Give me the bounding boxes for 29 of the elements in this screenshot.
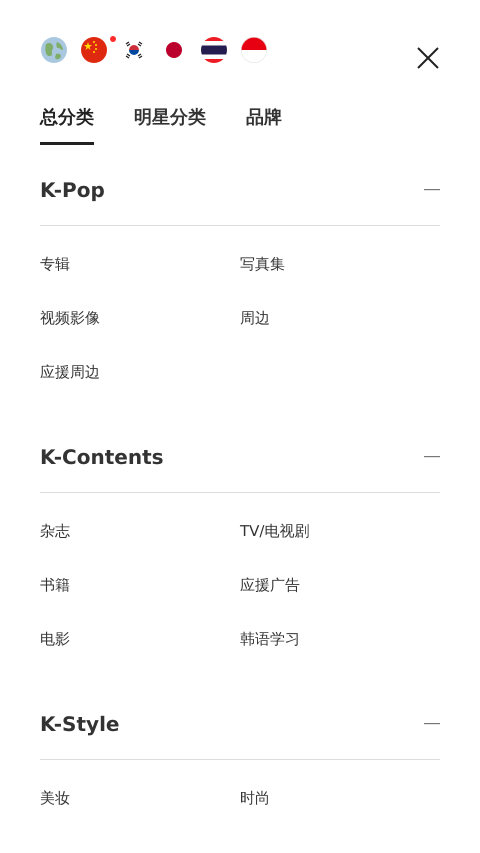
china-flag-icon xyxy=(80,36,108,64)
category-link[interactable]: 时尚 xyxy=(240,786,270,810)
minus-icon xyxy=(424,189,440,191)
category-tab[interactable]: 明星分类 xyxy=(134,104,206,145)
category-tab[interactable]: 品牌 xyxy=(246,104,282,145)
section-title: K-Style xyxy=(40,711,120,738)
language-button[interactable] xyxy=(200,36,228,64)
section-title: K-Contents xyxy=(40,444,164,471)
category-link[interactable]: 韩语学习 xyxy=(240,628,300,650)
close-button[interactable] xyxy=(416,46,440,70)
category-link[interactable]: 视频影像 xyxy=(40,306,100,330)
category-link[interactable]: 专辑 xyxy=(40,252,70,276)
indonesia-flag-icon xyxy=(240,36,268,64)
thailand-flag-icon xyxy=(200,36,228,64)
minus-icon xyxy=(424,456,440,458)
category-link[interactable]: 应援周边 xyxy=(40,360,100,384)
category-link[interactable]: 应援广告 xyxy=(240,574,300,596)
category-link[interactable]: 周边 xyxy=(240,306,270,330)
category-link[interactable]: 美妆 xyxy=(40,786,70,810)
section-title: K-Pop xyxy=(40,177,105,204)
category-link[interactable]: 写真集 xyxy=(240,252,285,276)
category-link[interactable]: 电影 xyxy=(40,628,70,650)
category-link[interactable]: 杂志 xyxy=(40,520,70,542)
category-tab[interactable]: 总分类 xyxy=(40,104,94,145)
close-icon xyxy=(416,46,440,70)
globe-icon xyxy=(40,36,68,64)
category-link[interactable]: TV/电视剧 xyxy=(240,520,310,542)
category-link[interactable]: 书籍 xyxy=(40,574,70,596)
minus-icon xyxy=(424,723,440,725)
